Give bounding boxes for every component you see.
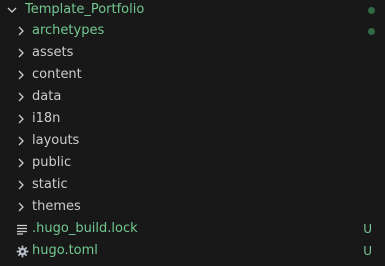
folder-label: archetypes [32,23,105,38]
file-label: hugo.toml [32,243,98,258]
chevron-right-icon [13,196,29,218]
folder-label: static [32,177,68,192]
folder-label: content [32,67,82,82]
folder-public[interactable]: public [0,152,385,174]
file-label: .hugo_build.lock [32,221,138,236]
folder-archetypes[interactable]: archetypes [0,20,385,42]
chevron-right-icon [13,20,29,42]
folder-label: layouts [32,133,80,148]
folder-themes[interactable]: themes [0,196,385,218]
folder-label: data [32,89,62,104]
folder-label: assets [32,45,74,60]
file-hugo-build-lock[interactable]: .hugo_build.lock U [0,218,385,240]
folder-i18n[interactable]: i18n [0,108,385,130]
file-explorer-tree: Template_Portfolio archetypes assets con… [0,0,385,262]
chevron-right-icon [13,86,29,108]
lines-file-icon [15,218,29,240]
folder-label: i18n [32,111,61,126]
chevron-right-icon [13,130,29,152]
chevron-right-icon [13,152,29,174]
root-folder-template-portfolio[interactable]: Template_Portfolio [0,0,385,20]
git-status-dot [368,7,375,14]
root-folder-label: Template_Portfolio [25,2,145,17]
git-untracked-badge: U [363,222,372,236]
chevron-down-icon [4,0,20,20]
chevron-right-icon [13,174,29,196]
file-hugo-toml[interactable]: hugo.toml U [0,240,385,262]
gear-icon [15,240,29,262]
folder-data[interactable]: data [0,86,385,108]
folder-static[interactable]: static [0,174,385,196]
folder-content[interactable]: content [0,64,385,86]
folder-label: themes [32,199,81,214]
git-untracked-badge: U [363,244,372,258]
chevron-right-icon [13,64,29,86]
folder-label: public [32,155,72,170]
folder-layouts[interactable]: layouts [0,130,385,152]
git-status-dot [368,28,375,35]
folder-assets[interactable]: assets [0,42,385,64]
chevron-right-icon [13,108,29,130]
chevron-right-icon [13,42,29,64]
